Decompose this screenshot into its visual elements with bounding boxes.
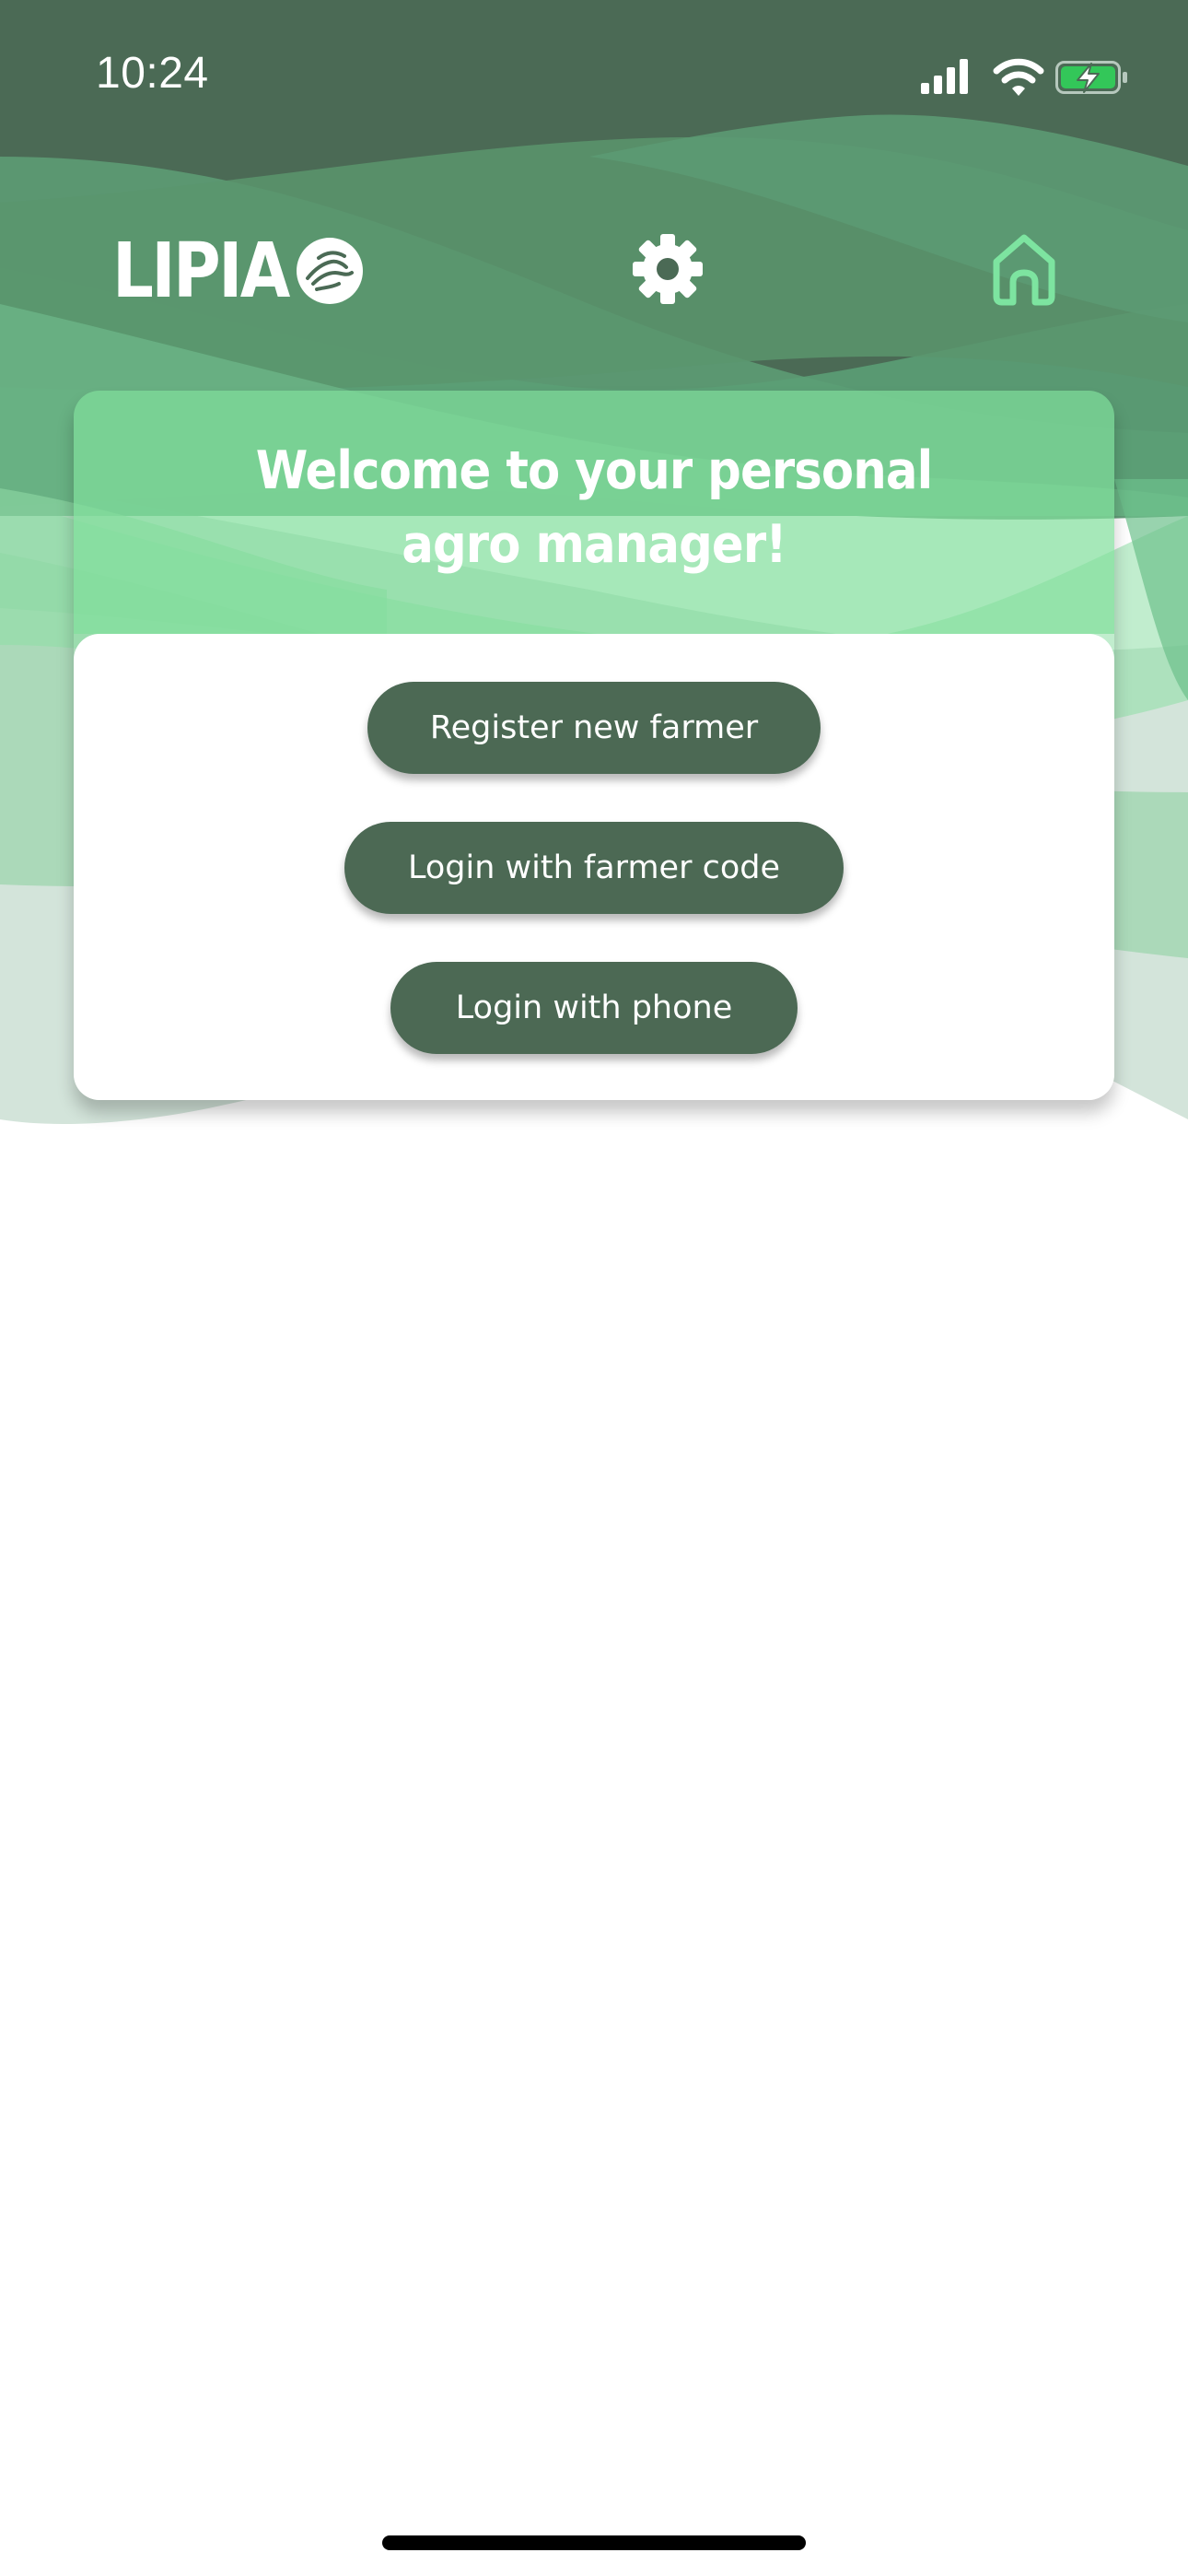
lipia-logo[interactable]: LIPIA [112, 228, 363, 315]
status-time: 10:24 [96, 49, 209, 98]
gear-icon [633, 234, 703, 304]
settings-button[interactable] [631, 232, 705, 306]
home-icon [993, 234, 1055, 306]
welcome-card: Welcome to your personal agro manager! R… [74, 391, 1114, 1100]
login-phone-button[interactable]: Login with phone [390, 962, 798, 1054]
status-bar: 10:24 [0, 0, 1188, 147]
status-icons [921, 55, 1133, 101]
welcome-title: Welcome to your personal agro manager! [255, 440, 934, 575]
logo-text: LIPIA [112, 228, 290, 315]
battery-charging-icon [1055, 61, 1127, 94]
home-button[interactable] [987, 230, 1061, 308]
login-farmer-code-button[interactable]: Login with farmer code [344, 822, 844, 914]
cellular-signal-icon [921, 59, 968, 94]
home-indicator[interactable] [382, 2535, 806, 2550]
register-new-farmer-button[interactable]: Register new farmer [367, 682, 821, 774]
wifi-icon [993, 58, 1044, 96]
welcome-header: Welcome to your personal agro manager! [74, 391, 1114, 634]
app-header: LIPIA [0, 203, 1188, 332]
welcome-actions: Register new farmer Login with farmer co… [74, 634, 1114, 1100]
handshake-circle-icon [297, 238, 363, 304]
